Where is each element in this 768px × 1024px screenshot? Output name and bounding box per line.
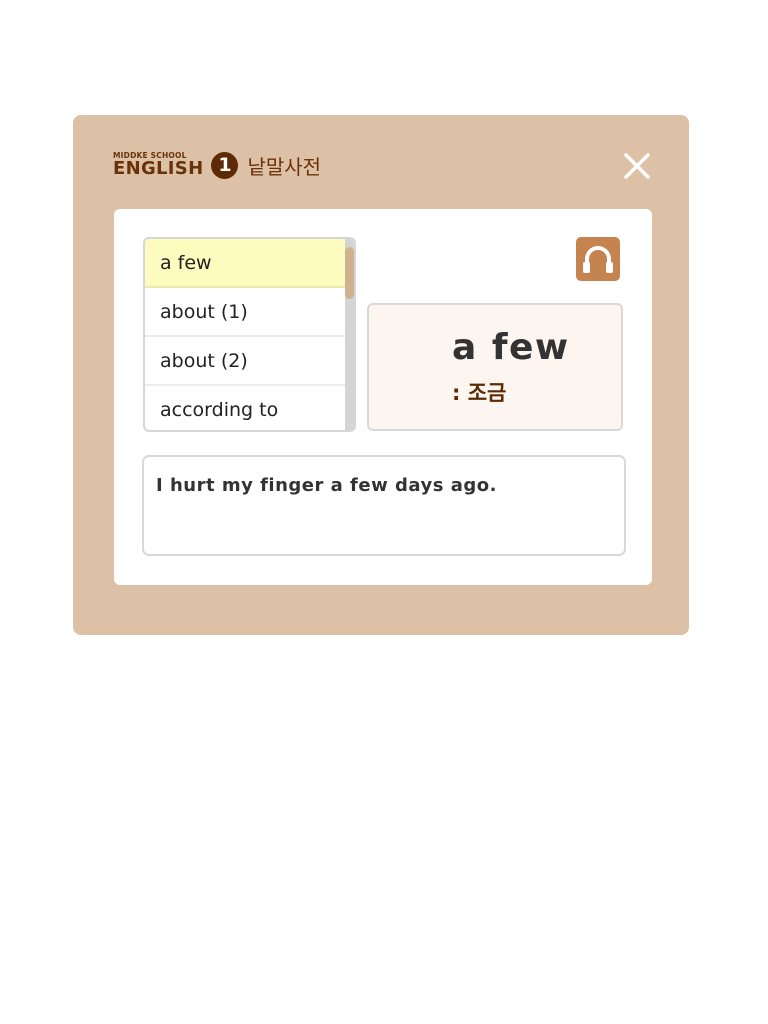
play-audio-button[interactable] [576, 237, 620, 281]
logo-title: ENGLISH [113, 158, 204, 180]
word-meaning: : 조금 [452, 381, 507, 405]
dialog-title: 낱말사전 [247, 154, 322, 179]
word-list-item[interactable]: about (1) [145, 288, 354, 337]
word-list-item[interactable]: a few [145, 239, 354, 288]
scrollbar-thumb[interactable] [345, 247, 354, 299]
word-list-item-label: according to [160, 398, 279, 421]
example-sentence-box: I hurt my finger a few days ago. [142, 455, 626, 556]
close-icon [624, 153, 650, 179]
word-headword: a few [452, 327, 570, 368]
content-panel: a few about (1) about (2) according to a… [114, 209, 652, 585]
word-list-item[interactable]: about (2) [145, 337, 354, 386]
word-list-item-label: about (2) [160, 349, 248, 372]
example-sentence: I hurt my finger a few days ago. [156, 475, 497, 496]
word-dictionary-dialog: MIDDKE SCHOOL ENGLISH 1 낱말사전 a few about… [73, 115, 689, 635]
close-button[interactable] [621, 150, 653, 182]
scrollbar-track[interactable] [345, 239, 354, 430]
dialog-header: MIDDKE SCHOOL ENGLISH 1 낱말사전 [113, 149, 321, 181]
logo-number-badge: 1 [211, 151, 239, 179]
word-list-item-label: a few [160, 251, 212, 274]
word-card: a few : 조금 [367, 303, 623, 431]
headphones-icon [583, 246, 613, 273]
word-list-item-label: about (1) [160, 300, 248, 323]
word-list-item[interactable]: according to [145, 386, 354, 430]
word-list[interactable]: a few about (1) about (2) according to [143, 237, 356, 432]
logo: MIDDKE SCHOOL ENGLISH [113, 152, 203, 179]
